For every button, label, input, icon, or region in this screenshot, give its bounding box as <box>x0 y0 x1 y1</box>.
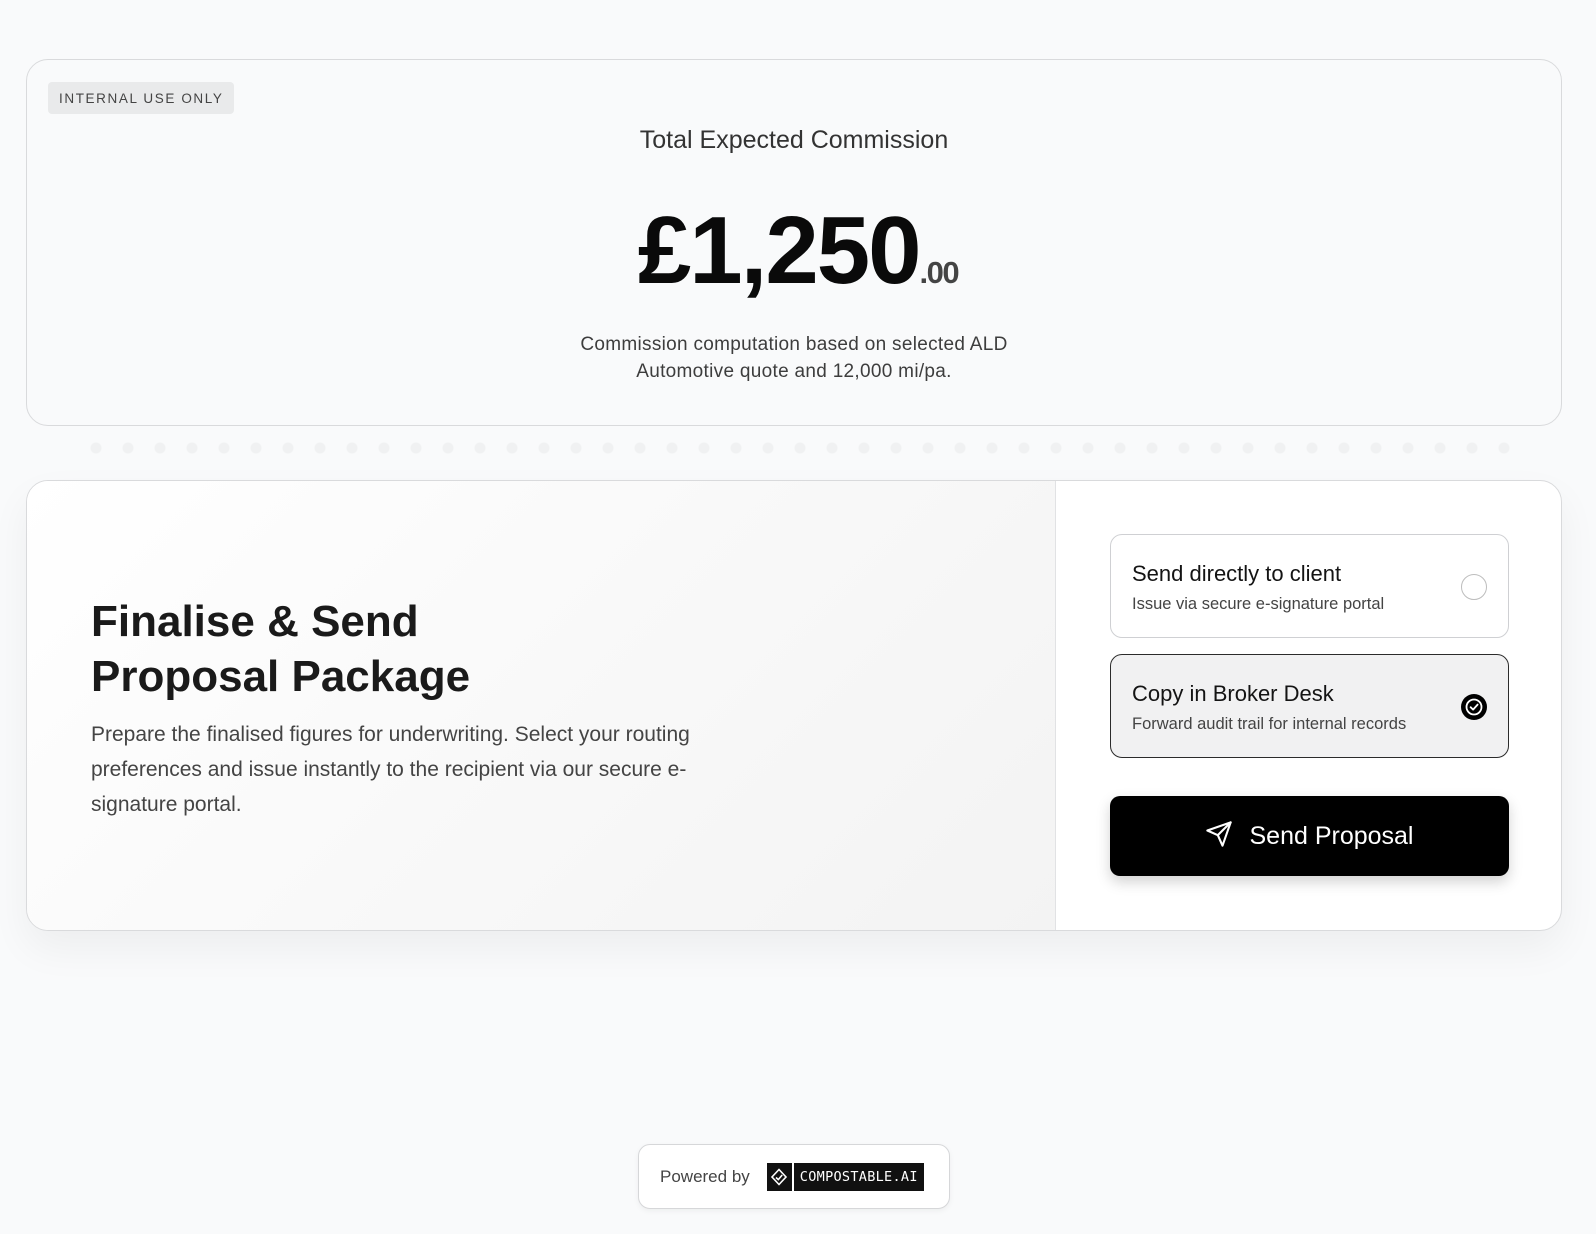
decorative-divider <box>80 442 1520 454</box>
internal-use-badge: INTERNAL USE ONLY <box>48 82 235 114</box>
radio-unchecked-icon[interactable] <box>1461 574 1487 600</box>
option-copy-in-broker-desk[interactable]: Copy in Broker Desk Forward audit trail … <box>1110 654 1509 758</box>
check-circle-icon[interactable] <box>1461 694 1487 720</box>
option-subtitle: Issue via secure e-signature portal <box>1132 595 1385 613</box>
brand-logo: COMPOSTABLE.AI <box>766 1162 924 1191</box>
send-proposal-card: Finalise & Send Proposal Package Prepare… <box>26 480 1562 931</box>
commission-amount-decimal: .00 <box>919 255 960 290</box>
send-intro-panel: Finalise & Send Proposal Package Prepare… <box>27 481 1056 930</box>
send-proposal-label: Send Proposal <box>1249 821 1414 850</box>
routing-panel: Send directly to client Issue via secure… <box>1056 481 1561 930</box>
send-icon <box>1205 820 1233 853</box>
brand-name: COMPOSTABLE.AI <box>793 1162 924 1191</box>
send-proposal-button[interactable]: Send Proposal <box>1110 796 1509 876</box>
powered-by-badge[interactable]: Powered by COMPOSTABLE.AI <box>638 1144 950 1209</box>
option-subtitle: Forward audit trail for internal records <box>1132 715 1407 733</box>
send-title: Finalise & Send Proposal Package <box>91 594 691 704</box>
commission-amount-main: £1,250 <box>637 197 922 304</box>
powered-by-label: Powered by <box>660 1166 750 1186</box>
option-send-directly-to-client[interactable]: Send directly to client Issue via secure… <box>1110 534 1509 638</box>
commission-title: Total Expected Commission <box>639 126 949 154</box>
send-description: Prepare the finalised figures for underw… <box>91 723 690 816</box>
brand-mark-icon <box>766 1162 794 1191</box>
commission-amount: £1,250.00 <box>0 197 1596 368</box>
send-title-line: Proposal Package <box>91 652 471 701</box>
send-title-line: Finalise & Send <box>91 597 419 646</box>
option-title: Copy in Broker Desk <box>1132 681 1334 706</box>
option-title: Send directly to client <box>1132 561 1342 586</box>
